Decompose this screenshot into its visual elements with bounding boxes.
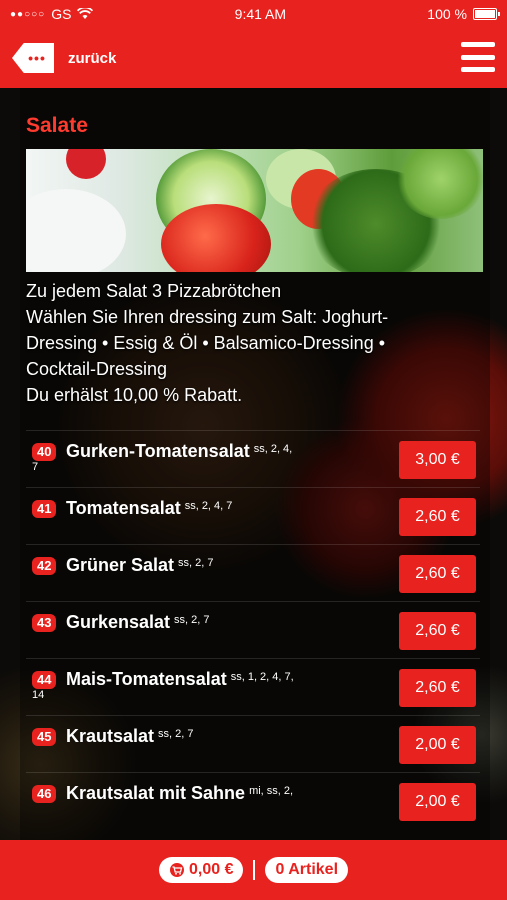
battery-icon <box>472 8 500 20</box>
desc-line: Dressing • Essig & Öl • Balsamico-Dressi… <box>26 333 386 353</box>
article-count: 0 Artikel <box>275 861 339 878</box>
desc-line: Wählen Sie Ihren dressing zum Salt: Jogh… <box>26 307 389 327</box>
battery-percent: 100 % <box>427 6 467 22</box>
status-bar: ●●○○○ GS 9:41 AM 100 % <box>0 0 507 28</box>
salad-image <box>26 149 483 272</box>
item-name: Gurken-Tomatensalat ss, 2, 4, 7 <box>32 439 366 473</box>
hamburger-icon[interactable] <box>461 42 495 72</box>
tag-dots-icon: ••• <box>12 43 54 73</box>
price-button[interactable]: 2,00 € <box>399 726 476 764</box>
section-title: Salate <box>26 114 88 137</box>
item-name: Krautsalat mit Sahne mi, ss, 2, <box>66 783 294 803</box>
desc-line: Cocktail-Dressing <box>26 359 168 379</box>
menu-item[interactable]: 41 Tomatensalat ss, 2, 4, 7 2,60 € <box>26 487 480 544</box>
section-description: Zu jedem Salat 3 Pizzabrötchen Wählen Si… <box>26 278 476 408</box>
price-button[interactable]: 2,00 € <box>399 783 476 821</box>
item-name: Mais-Tomatensalat ss, 1, 2, 4, 7, 14 <box>32 667 366 701</box>
allergen-codes: ss, 1, 2, 4, 7, <box>230 671 294 683</box>
wifi-icon <box>77 8 94 19</box>
allergen-codes: ss, 2, 7 <box>178 557 214 569</box>
allergen-codes-cont: 14 <box>32 689 45 701</box>
cart-total: 0,00 € <box>188 861 234 878</box>
divider <box>253 860 256 880</box>
menu-item[interactable]: 40 Gurken-Tomatensalat ss, 2, 4, 7 3,00 € <box>26 430 480 487</box>
back-label: zurück <box>68 49 117 67</box>
item-number: 41 <box>32 500 57 518</box>
nav-bar: ••• zurück <box>0 28 507 88</box>
allergen-codes: mi, ss, 2, <box>249 785 294 797</box>
menu-item[interactable]: 43 Gurkensalat ss, 2, 7 2,60 € <box>26 601 480 658</box>
cart-icon <box>169 863 184 877</box>
allergen-codes: ss, 2, 4, 7 <box>184 500 233 512</box>
item-number: 45 <box>32 728 57 746</box>
item-number: 40 <box>32 443 57 461</box>
menu-item[interactable]: 46 Krautsalat mit Sahne mi, ss, 2, 2,00 € <box>26 772 480 829</box>
item-name: Tomatensalat ss, 2, 4, 7 <box>66 498 233 518</box>
allergen-codes: ss, 2, 4, <box>253 443 293 455</box>
cart-articles-button[interactable]: 0 Artikel <box>265 857 349 883</box>
price-button[interactable]: 2,60 € <box>399 555 476 593</box>
signal-icon: ●●○○○ <box>10 8 46 20</box>
desc-line: Zu jedem Salat 3 Pizzabrötchen <box>26 281 282 301</box>
desc-line: Du erhälst 10,00 % Rabatt. <box>26 385 243 405</box>
back-button[interactable]: ••• zurück <box>12 43 116 73</box>
item-name: Gurkensalat ss, 2, 7 <box>66 612 210 632</box>
item-number: 46 <box>32 785 57 803</box>
menu-item[interactable]: 44 Mais-Tomatensalat ss, 1, 2, 4, 7, 14 2,… <box>26 658 480 715</box>
allergen-codes: ss, 2, 7 <box>158 728 194 740</box>
menu-item[interactable]: 45 Krautsalat ss, 2, 7 2,00 € <box>26 715 480 772</box>
content-area[interactable]: Salate Zu jedem Salat 3 Pizzabrötchen Wä… <box>0 88 507 840</box>
clock: 9:41 AM <box>234 6 287 22</box>
item-number: 43 <box>32 614 57 632</box>
price-button[interactable]: 2,60 € <box>399 669 476 707</box>
menu-item[interactable]: 42 Grüner Salat ss, 2, 7 2,60 € <box>26 544 480 601</box>
price-button[interactable]: 3,00 € <box>399 441 476 479</box>
item-number: 44 <box>32 671 57 689</box>
menu-items-list: 40 Gurken-Tomatensalat ss, 2, 4, 7 3,00 € … <box>26 430 480 829</box>
allergen-codes: ss, 2, 7 <box>174 614 210 626</box>
cart-bar: 0,00 € 0 Artikel <box>0 840 507 900</box>
cart-total-button[interactable]: 0,00 € <box>158 857 244 883</box>
price-button[interactable]: 2,60 € <box>399 498 476 536</box>
carrier: GS <box>51 6 72 22</box>
item-name: Grüner Salat ss, 2, 7 <box>66 555 214 575</box>
allergen-codes-cont: 7 <box>32 461 39 473</box>
price-button[interactable]: 2,60 € <box>399 612 476 650</box>
item-number: 42 <box>32 557 57 575</box>
item-name: Krautsalat ss, 2, 7 <box>66 726 194 746</box>
